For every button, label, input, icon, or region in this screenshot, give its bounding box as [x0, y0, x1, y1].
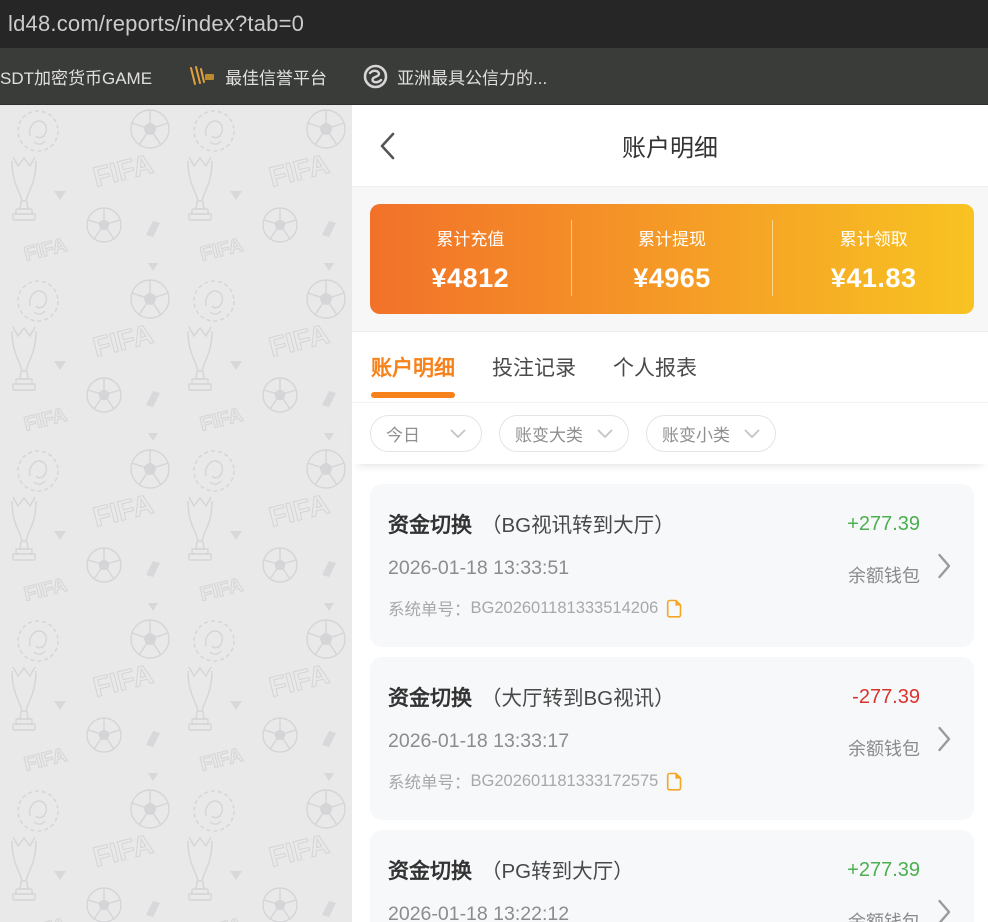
- chevron-down-icon: [450, 429, 466, 439]
- tab-account-detail[interactable]: 账户明细: [371, 332, 455, 402]
- filter-minor-category-dropdown[interactable]: 账变小类: [646, 415, 776, 452]
- stat-value: ¥4812: [432, 263, 510, 294]
- account-detail-panel: 账户明细 累计充值 ¥4812 累计提现 ¥4965 累计领取 ¥41.83: [352, 105, 988, 922]
- transaction-time: 2026-01-18 13:33:17: [388, 730, 794, 753]
- page-header: 账户明细: [352, 105, 988, 187]
- transaction-amount-block: +277.39 余额钱包: [847, 858, 920, 922]
- chevron-right-icon[interactable]: [937, 898, 952, 922]
- filter-label: 账变小类: [662, 421, 730, 446]
- stat-total-deposit: 累计充值 ¥4812: [370, 204, 571, 314]
- app-viewport: FIFA: [0, 105, 988, 922]
- transaction-detail: （大厅转到BG视讯）: [481, 681, 675, 711]
- transaction-type: 资金切换: [388, 682, 472, 712]
- stat-label: 累计领取: [840, 225, 908, 250]
- transaction-detail: （PG转到大厅）: [481, 854, 634, 884]
- tab-label: 个人报表: [613, 352, 697, 382]
- transaction-detail: （BG视讯转到大厅）: [481, 508, 675, 538]
- transaction-order-row: 系统单号： BG202601181333172575: [388, 769, 794, 793]
- chevron-down-icon: [744, 429, 760, 439]
- bookmarks-bar: SDT加密货币GAME 最佳信誉平台 亚洲最具公信力的...: [0, 48, 988, 105]
- tab-personal-report[interactable]: 个人报表: [613, 332, 697, 402]
- transaction-title: 资金切换 （大厅转到BG视讯）: [388, 681, 794, 712]
- transaction-time: 2026-01-18 13:33:51: [388, 557, 794, 580]
- summary-card: 累计充值 ¥4812 累计提现 ¥4965 累计领取 ¥41.83: [370, 204, 974, 314]
- bookmark-asia-platform[interactable]: 亚洲最具公信力的...: [363, 64, 547, 89]
- wallet-label: 余额钱包: [847, 562, 920, 588]
- transaction-title: 资金切换 （BG视讯转到大厅）: [388, 508, 794, 539]
- stat-label: 累计提现: [638, 225, 706, 250]
- copy-icon[interactable]: [666, 599, 682, 618]
- filter-major-category-dropdown[interactable]: 账变大类: [499, 415, 629, 452]
- transaction-amount: -277.39: [848, 685, 920, 709]
- tab-bet-records[interactable]: 投注记录: [492, 332, 576, 402]
- page-title: 账户明细: [622, 128, 718, 163]
- brand-logo-icon: [188, 66, 216, 86]
- chevron-down-icon: [597, 429, 613, 439]
- stat-value: ¥41.83: [831, 263, 917, 294]
- transaction-time: 2026-01-18 13:22:12: [388, 903, 794, 922]
- transaction-card[interactable]: 资金切换 （PG转到大厅） 2026-01-18 13:22:12 系统单号： …: [370, 830, 974, 922]
- wallet-label: 余额钱包: [848, 735, 920, 761]
- filter-bar: 今日 账变大类 账变小类: [352, 403, 988, 464]
- filter-date-dropdown[interactable]: 今日: [370, 415, 482, 452]
- url-text[interactable]: ld48.com/reports/index?tab=0: [8, 11, 304, 37]
- transaction-amount-block: -277.39 余额钱包: [848, 685, 920, 761]
- wallet-label: 余额钱包: [847, 908, 920, 922]
- chevron-left-icon: [378, 131, 396, 161]
- tab-label: 投注记录: [492, 352, 576, 382]
- stat-total-claimed: 累计领取 ¥41.83: [773, 204, 974, 314]
- transaction-card[interactable]: 资金切换 （大厅转到BG视讯） 2026-01-18 13:33:17 系统单号…: [370, 657, 974, 820]
- transaction-amount: +277.39: [847, 858, 920, 882]
- bookmark-usdt-game[interactable]: SDT加密货币GAME: [0, 64, 152, 89]
- copy-icon[interactable]: [666, 772, 682, 791]
- order-label: 系统单号：: [388, 596, 471, 620]
- back-button[interactable]: [378, 131, 396, 161]
- chevron-right-icon[interactable]: [937, 552, 952, 580]
- transaction-type: 资金切换: [388, 855, 472, 885]
- transaction-amount: +277.39: [847, 512, 920, 536]
- stat-label: 累计充值: [436, 225, 504, 250]
- active-tab-underline: [371, 392, 455, 398]
- transaction-card[interactable]: 资金切换 （BG视讯转到大厅） 2026-01-18 13:33:51 系统单号…: [370, 484, 974, 647]
- bookmark-label: 亚洲最具公信力的...: [397, 64, 547, 89]
- order-label: 系统单号：: [388, 769, 471, 793]
- bookmark-label: SDT加密货币GAME: [0, 64, 152, 89]
- transaction-type: 资金切换: [388, 509, 472, 539]
- stat-value: ¥4965: [633, 263, 711, 294]
- bookmark-best-reputation[interactable]: 最佳信誉平台: [188, 64, 327, 89]
- order-number: BG202601181333514206: [471, 599, 659, 618]
- filter-label: 账变大类: [515, 421, 583, 446]
- transaction-list: 资金切换 （BG视讯转到大厅） 2026-01-18 13:33:51 系统单号…: [352, 464, 988, 922]
- transaction-order-row: 系统单号： BG202601181333514206: [388, 596, 794, 620]
- summary-section: 累计充值 ¥4812 累计提现 ¥4965 累计领取 ¥41.83: [352, 187, 988, 332]
- chevron-right-icon[interactable]: [937, 725, 952, 753]
- order-number: BG202601181333172575: [471, 772, 659, 791]
- transaction-title: 资金切换 （PG转到大厅）: [388, 854, 794, 885]
- tab-bar: 账户明细 投注记录 个人报表: [352, 332, 988, 403]
- browser-url-bar[interactable]: ld48.com/reports/index?tab=0: [0, 0, 988, 48]
- transaction-amount-block: +277.39 余额钱包: [847, 512, 920, 588]
- stat-total-withdraw: 累计提现 ¥4965: [572, 204, 773, 314]
- bookmark-label: 最佳信誉平台: [225, 64, 327, 89]
- fifa-watermark-background: FIFA: [0, 105, 352, 922]
- filter-label: 今日: [386, 421, 420, 446]
- tab-label: 账户明细: [371, 352, 455, 382]
- globe-icon: [363, 64, 388, 89]
